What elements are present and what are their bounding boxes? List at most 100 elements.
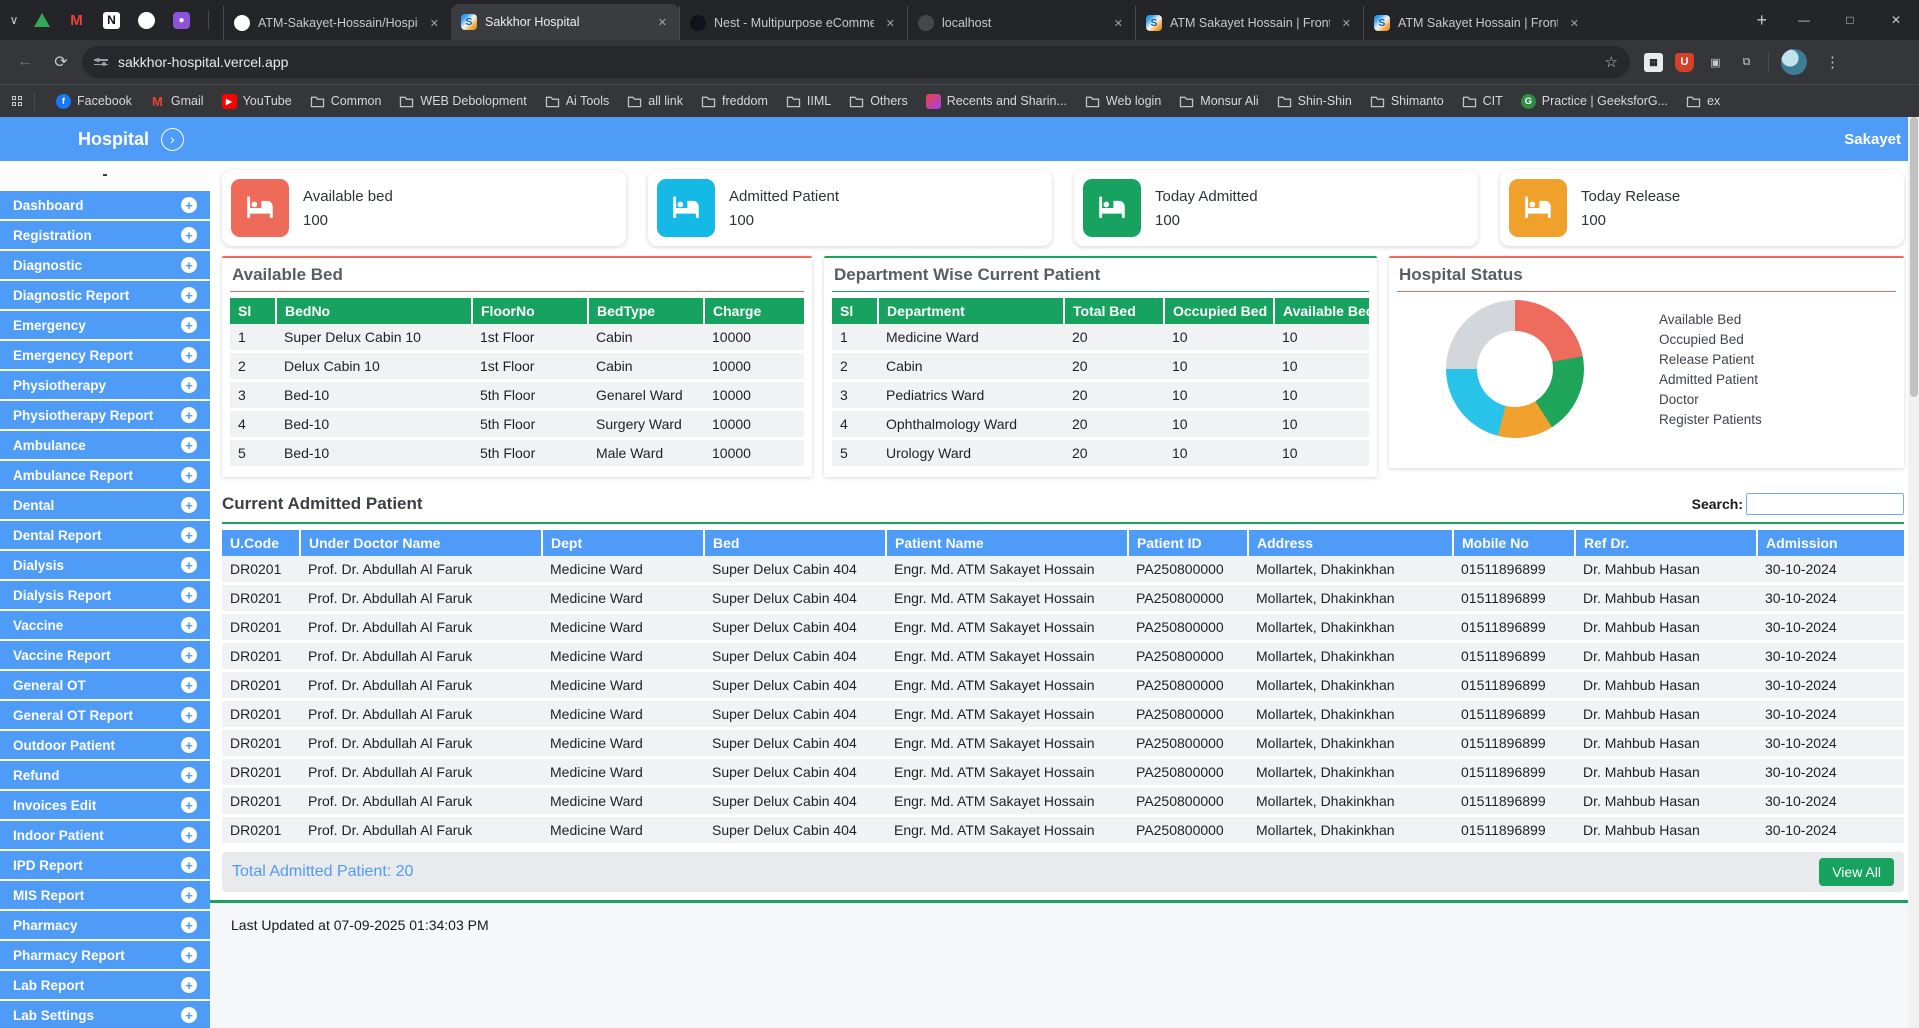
column-header[interactable]: Dept bbox=[542, 530, 704, 556]
browser-tab[interactable]: SATM Sakayet Hossain | Front-En✕ bbox=[1135, 6, 1363, 40]
close-button[interactable]: ✕ bbox=[1873, 0, 1919, 40]
back-icon[interactable]: ← bbox=[10, 47, 40, 77]
bookmark-item[interactable]: Recents and Sharin... bbox=[917, 91, 1076, 112]
bookmark-item[interactable]: Web login bbox=[1076, 91, 1170, 112]
maximize-button[interactable]: □ bbox=[1827, 0, 1873, 40]
sidebar-item-physiotherapy[interactable]: Physiotherapy+ bbox=[0, 371, 210, 399]
table-row[interactable]: DR0201Prof. Dr. Abdullah Al FarukMedicin… bbox=[222, 758, 1904, 787]
url-text[interactable]: sakkhor-hospital.vercel.app bbox=[118, 54, 1595, 70]
sidebar-collapse-item[interactable]: - bbox=[0, 161, 210, 189]
table-row[interactable]: 5Bed-105th FloorMale Ward10000 bbox=[230, 439, 804, 468]
sidebar-item-refund[interactable]: Refund+ bbox=[0, 761, 210, 789]
sidebar-item-lab-report[interactable]: Lab Report+ bbox=[0, 971, 210, 999]
column-header[interactable]: Department bbox=[878, 298, 1064, 324]
table-row[interactable]: DR0201Prof. Dr. Abdullah Al FarukMedicin… bbox=[222, 816, 1904, 845]
table-row[interactable]: 4Ophthalmology Ward201010 bbox=[832, 410, 1369, 439]
browser-tab[interactable]: ATM-Sakayet-Hossain/Hospital✕ bbox=[223, 6, 451, 40]
sidebar-item-ambulance-report[interactable]: Ambulance Report+ bbox=[0, 461, 210, 489]
sidebar-item-invoices-edit[interactable]: Invoices Edit+ bbox=[0, 791, 210, 819]
tab-search-icon[interactable]: ∨ bbox=[0, 13, 28, 27]
site-info-icon[interactable] bbox=[94, 59, 108, 65]
stat-card-available-bed[interactable]: Available bed100 bbox=[222, 170, 626, 246]
sidebar-item-ipd-report[interactable]: IPD Report+ bbox=[0, 851, 210, 879]
bookmark-item[interactable]: Ai Tools bbox=[536, 91, 619, 112]
minimize-button[interactable]: — bbox=[1781, 0, 1827, 40]
table-row[interactable]: DR0201Prof. Dr. Abdullah Al FarukMedicin… bbox=[222, 613, 1904, 642]
purple-extension-icon[interactable]: ● bbox=[173, 12, 190, 29]
bookmark-item[interactable]: ▶YouTube bbox=[213, 91, 301, 112]
address-bar[interactable]: sakkhor-hospital.vercel.app ☆ bbox=[82, 46, 1630, 78]
view-all-button[interactable]: View All bbox=[1819, 858, 1894, 886]
column-header[interactable]: Bed bbox=[704, 530, 886, 556]
table-row[interactable]: 2Delux Cabin 101st FloorCabin10000 bbox=[230, 352, 804, 381]
bookmark-item[interactable]: freddom bbox=[692, 91, 777, 112]
tab-close-icon[interactable]: ✕ bbox=[882, 15, 899, 32]
profile-avatar[interactable] bbox=[1781, 49, 1807, 75]
table-row[interactable]: 4Bed-105th FloorSurgery Ward10000 bbox=[230, 410, 804, 439]
bookmark-item[interactable]: CIT bbox=[1453, 91, 1512, 112]
qr-extension-icon[interactable]: ▦ bbox=[1644, 53, 1663, 72]
bookmark-item[interactable]: Shin-Shin bbox=[1268, 91, 1361, 112]
column-header[interactable]: Address bbox=[1248, 530, 1453, 556]
tab-close-icon[interactable]: ✕ bbox=[1110, 15, 1127, 32]
table-row[interactable]: 1Super Delux Cabin 101st FloorCabin10000 bbox=[230, 324, 804, 352]
column-header[interactable]: Available Bed bbox=[1274, 298, 1369, 324]
sidebar-item-dental[interactable]: Dental+ bbox=[0, 491, 210, 519]
bookmark-item[interactable]: Shimanto bbox=[1361, 91, 1453, 112]
column-header[interactable]: Patient ID bbox=[1128, 530, 1248, 556]
bookmark-item[interactable]: ex bbox=[1677, 91, 1729, 112]
table-row[interactable]: DR0201Prof. Dr. Abdullah Al FarukMedicin… bbox=[222, 700, 1904, 729]
menu-kebab-icon[interactable]: ⋮ bbox=[1819, 53, 1846, 71]
tab-close-icon[interactable]: ✕ bbox=[1566, 15, 1583, 32]
table-row[interactable]: DR0201Prof. Dr. Abdullah Al FarukMedicin… bbox=[222, 729, 1904, 758]
sidebar-item-pharmacy[interactable]: Pharmacy+ bbox=[0, 911, 210, 939]
bookmark-item[interactable]: MGmail bbox=[141, 91, 213, 112]
sidebar-item-registration[interactable]: Registration+ bbox=[0, 221, 210, 249]
ublock-icon[interactable]: U bbox=[1675, 53, 1694, 72]
tab-group-icon[interactable]: ▣ bbox=[1706, 53, 1725, 72]
tab-close-icon[interactable]: ✕ bbox=[1338, 15, 1355, 32]
sidebar-item-dialysis-report[interactable]: Dialysis Report+ bbox=[0, 581, 210, 609]
column-header[interactable]: Sl bbox=[230, 298, 276, 324]
new-tab-button[interactable]: + bbox=[1742, 10, 1781, 31]
page-scrollbar[interactable] bbox=[1908, 117, 1919, 1028]
logged-in-user[interactable]: Sakayet bbox=[1844, 131, 1901, 148]
sidebar-item-ambulance[interactable]: Ambulance+ bbox=[0, 431, 210, 459]
stat-card-today-release[interactable]: Today Release100 bbox=[1500, 170, 1904, 246]
sidebar-item-emergency[interactable]: Emergency+ bbox=[0, 311, 210, 339]
sidebar-item-emergency-report[interactable]: Emergency Report+ bbox=[0, 341, 210, 369]
sidebar-item-dental-report[interactable]: Dental Report+ bbox=[0, 521, 210, 549]
search-input[interactable] bbox=[1746, 493, 1904, 515]
column-header[interactable]: U.Code bbox=[222, 530, 300, 556]
table-row[interactable]: DR0201Prof. Dr. Abdullah Al FarukMedicin… bbox=[222, 584, 1904, 613]
bookmark-item[interactable]: Monsur Ali bbox=[1170, 91, 1267, 112]
column-header[interactable]: Ref Dr. bbox=[1575, 530, 1757, 556]
browser-tab[interactable]: SATM Sakayet Hossain | Front-En✕ bbox=[1363, 6, 1591, 40]
column-header[interactable]: Mobile No bbox=[1453, 530, 1575, 556]
bookmark-item[interactable]: GPractice | GeeksforG... bbox=[1512, 91, 1677, 112]
sidebar-item-outdoor-patient[interactable]: Outdoor Patient+ bbox=[0, 731, 210, 759]
table-row[interactable]: 3Pediatrics Ward201010 bbox=[832, 381, 1369, 410]
bookmark-item[interactable]: all link bbox=[618, 91, 692, 112]
bookmark-star-icon[interactable]: ☆ bbox=[1605, 53, 1618, 71]
column-header[interactable]: Patient Name bbox=[886, 530, 1128, 556]
bookmark-item[interactable]: Others bbox=[840, 91, 917, 112]
browser-tab[interactable]: SSakkhor Hospital✕ bbox=[451, 4, 679, 40]
sidebar-item-diagnostic[interactable]: Diagnostic+ bbox=[0, 251, 210, 279]
tab-close-icon[interactable]: ✕ bbox=[654, 14, 671, 31]
stat-card-today-admitted[interactable]: Today Admitted100 bbox=[1074, 170, 1478, 246]
column-header[interactable]: Charge bbox=[704, 298, 804, 324]
sidebar-item-dashboard[interactable]: Dashboard+ bbox=[0, 191, 210, 219]
bookmark-item[interactable]: WEB Debolopment bbox=[390, 91, 535, 112]
sidebar-item-general-ot-report[interactable]: General OT Report+ bbox=[0, 701, 210, 729]
refresh-icon[interactable]: ⟳ bbox=[46, 47, 76, 77]
table-row[interactable]: 1Medicine Ward201010 bbox=[832, 324, 1369, 352]
column-header[interactable]: Total Bed bbox=[1064, 298, 1164, 324]
stat-card-admitted-patient[interactable]: Admitted Patient100 bbox=[648, 170, 1052, 246]
sidebar-item-general-ot[interactable]: General OT+ bbox=[0, 671, 210, 699]
sidebar-item-indoor-patient[interactable]: Indoor Patient+ bbox=[0, 821, 210, 849]
gmail-icon[interactable]: M bbox=[68, 12, 85, 29]
apps-grid-icon[interactable] bbox=[12, 96, 22, 106]
table-row[interactable]: 3Bed-105th FloorGenarel Ward10000 bbox=[230, 381, 804, 410]
github-icon[interactable] bbox=[138, 12, 155, 29]
